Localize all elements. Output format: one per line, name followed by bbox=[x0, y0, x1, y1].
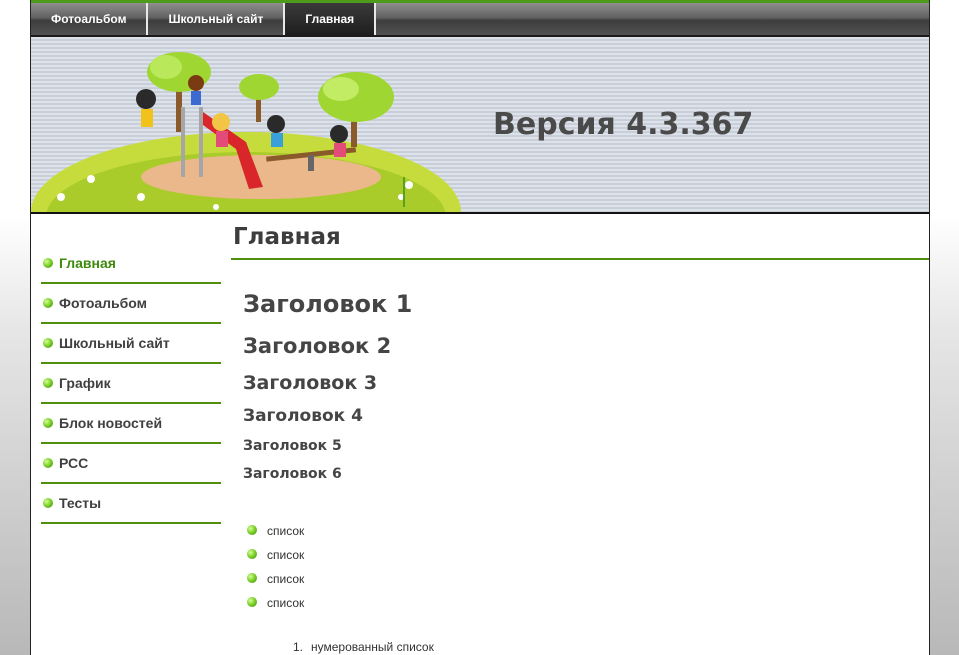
bullet-list: список список список список bbox=[247, 522, 304, 618]
list-item-text: список bbox=[267, 596, 305, 610]
sidebar-item-home[interactable]: Главная bbox=[41, 244, 221, 284]
sidebar-item-tests[interactable]: Тесты bbox=[41, 484, 221, 524]
list-item-text: список bbox=[267, 524, 305, 538]
numbered-list-item: нумерованный список bbox=[311, 640, 434, 654]
green-bullet-icon bbox=[247, 573, 257, 583]
page-title: Главная bbox=[233, 224, 341, 250]
list-item: список bbox=[247, 570, 304, 594]
heading-2: Заголовок 2 bbox=[243, 334, 392, 358]
sidebar-item-label: График bbox=[59, 375, 111, 391]
green-bullet-icon bbox=[247, 525, 257, 535]
sidebar-item-label: Тесты bbox=[59, 495, 102, 511]
green-bullet-icon bbox=[43, 378, 53, 388]
sidebar-item-schedule[interactable]: График bbox=[41, 364, 221, 404]
list-item: список bbox=[247, 522, 304, 546]
list-item-text: список bbox=[267, 548, 305, 562]
sidebar-item-label: Блок новостей bbox=[59, 415, 163, 431]
green-bullet-icon bbox=[43, 458, 53, 468]
sidebar-item-news-block[interactable]: Блок новостей bbox=[41, 404, 221, 444]
green-bullet-icon bbox=[43, 338, 53, 348]
sidebar-item-school-site[interactable]: Школьный сайт bbox=[41, 324, 221, 364]
sidebar-item-label: Главная bbox=[59, 255, 116, 271]
sidebar-item-label: РСС bbox=[59, 455, 89, 471]
list-item: список bbox=[247, 594, 304, 618]
top-navigation: Фотоальбом Школьный сайт Главная bbox=[31, 3, 929, 37]
green-bullet-icon bbox=[43, 258, 53, 268]
heading-3: Заголовок 3 bbox=[243, 372, 378, 394]
sidebar-item-rss[interactable]: РСС bbox=[41, 444, 221, 484]
sidebar-item-label: Школьный сайт bbox=[59, 335, 170, 351]
heading-4: Заголовок 4 bbox=[243, 406, 363, 426]
tab-home[interactable]: Главная bbox=[285, 3, 377, 35]
sidebar-item-photo-album[interactable]: Фотоальбом bbox=[41, 284, 221, 324]
header-banner: Версия 4.3.367 bbox=[31, 37, 929, 214]
green-bullet-icon bbox=[43, 418, 53, 428]
tab-photo-album[interactable]: Фотоальбом bbox=[31, 3, 149, 35]
heading-5: Заголовок 5 bbox=[243, 438, 342, 454]
green-bullet-icon bbox=[247, 549, 257, 559]
heading-6: Заголовок 6 bbox=[243, 466, 342, 482]
list-item-text: список bbox=[267, 572, 305, 586]
green-bullet-icon bbox=[43, 498, 53, 508]
green-bullet-icon bbox=[43, 298, 53, 308]
playground-children-illustration bbox=[31, 52, 461, 212]
page-container: Фотоальбом Школьный сайт Главная Версия … bbox=[30, 0, 930, 655]
green-bullet-icon bbox=[247, 597, 257, 607]
numbered-list: 1. нумерованный список bbox=[293, 640, 434, 654]
sidebar-item-label: Фотоальбом bbox=[59, 295, 148, 311]
tab-school-site[interactable]: Школьный сайт bbox=[148, 3, 286, 35]
sidebar-menu: Главная Фотоальбом Школьный сайт График … bbox=[41, 244, 221, 524]
heading-1: Заголовок 1 bbox=[243, 290, 413, 318]
list-item: список bbox=[247, 546, 304, 570]
list-number: 1. bbox=[293, 640, 304, 654]
title-divider bbox=[231, 258, 929, 260]
version-text: Версия 4.3.367 bbox=[493, 107, 754, 142]
